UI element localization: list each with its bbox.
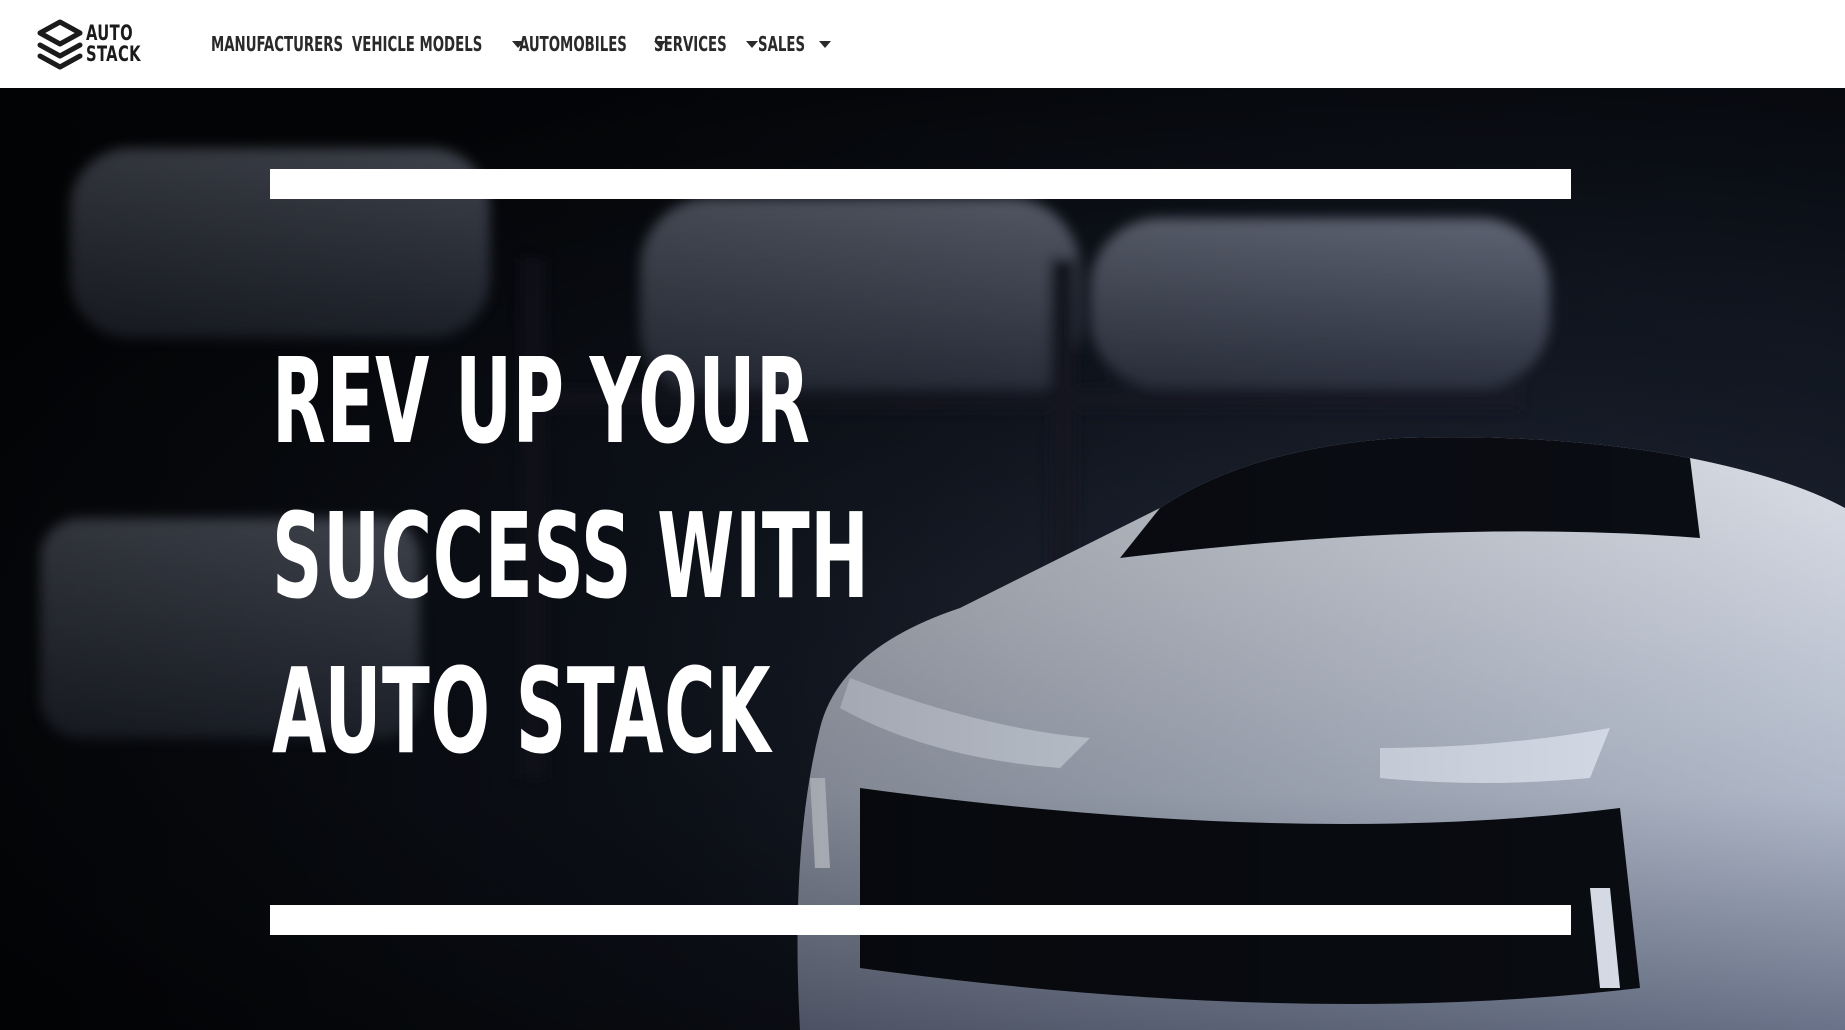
brand-name-line1: AUTO (86, 21, 134, 45)
nav-item-label: SALES (757, 32, 805, 56)
navbar: AUTO STACK MANUFACTURERS VEHICLE MODELS … (0, 0, 1845, 88)
nav-item-manufacturers[interactable]: MANUFACTURERS (211, 24, 343, 64)
hero-bottom-bar (270, 905, 1571, 935)
nav-item-label: MANUFACTURERS (210, 32, 343, 56)
nav-item-automobiles[interactable]: AUTOMOBILES (518, 24, 667, 64)
brand-name: AUTO STACK (86, 23, 141, 65)
hero-headline-line2: SUCCESS WITH (272, 487, 870, 625)
stack-logo-icon (37, 19, 83, 70)
nav-item-vehicle-models[interactable]: VEHICLE MODELS (351, 24, 524, 64)
hero-headline-line1: REV UP YOUR (272, 332, 811, 470)
brand-logo-link[interactable]: AUTO STACK (36, 18, 157, 70)
nav-item-label: AUTOMOBILES (518, 32, 627, 56)
brand-name-line2: STACK (86, 42, 141, 66)
hero-top-bar (270, 169, 1571, 199)
nav-item-label: SERVICES (653, 32, 727, 56)
nav-item-services[interactable]: SERVICES (653, 24, 758, 64)
hero-section: REV UP YOUR SUCCESS WITH AUTO STACK (0, 88, 1845, 1030)
hero-headline: REV UP YOUR SUCCESS WITH AUTO STACK (272, 324, 870, 789)
main-nav: MANUFACTURERS VEHICLE MODELS AUTOMOBILES… (211, 0, 832, 88)
caret-down-icon (819, 40, 832, 48)
hero-headline-line3: AUTO STACK (272, 642, 772, 780)
nav-item-label: VEHICLE MODELS (351, 32, 482, 56)
nav-item-sales[interactable]: SALES (757, 24, 832, 64)
caret-down-icon (745, 40, 758, 48)
